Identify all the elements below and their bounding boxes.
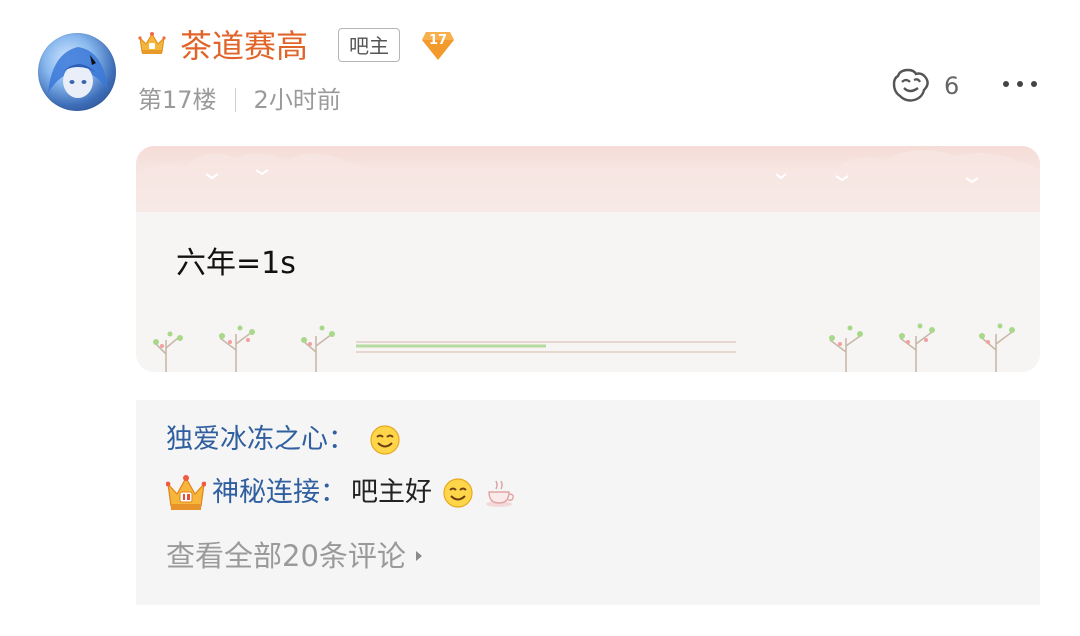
level-badge: 17	[420, 28, 456, 62]
avatar[interactable]	[38, 33, 116, 111]
view-all-label: 查看全部20条评论	[166, 539, 406, 573]
post-time: 2小时前	[253, 86, 341, 114]
more-icon[interactable]	[1002, 80, 1038, 88]
post-meta: 第17楼 2小时前	[138, 84, 341, 116]
like-count: 6	[944, 72, 960, 100]
cloud-decoration	[136, 146, 1040, 212]
comment-author[interactable]: 独爱冰冻之心	[166, 422, 328, 458]
level-number: 17	[428, 33, 448, 48]
floor-number: 第17楼	[138, 86, 217, 114]
role-badge: 吧主	[338, 28, 400, 62]
tree-decoration	[153, 323, 1015, 372]
comment-text: 吧主好	[351, 477, 432, 508]
crown-icon	[138, 32, 166, 54]
smile-emoji-icon	[370, 425, 400, 455]
username[interactable]: 茶道赛高	[180, 26, 308, 66]
comment-section: 独爱冰冻之心 ： 神秘连接 ： 吧主好 查看全部20条评论	[136, 400, 1040, 605]
coffee-emoji-icon	[486, 480, 514, 507]
comment-item[interactable]: 独爱冰冻之心 ：	[166, 422, 401, 458]
crown-icon	[166, 475, 206, 510]
comment-item[interactable]: 神秘连接 ： 吧主好	[166, 474, 516, 512]
post-content: 六年=1s	[176, 246, 296, 281]
meta-divider	[234, 88, 236, 112]
like-icon[interactable]	[888, 66, 934, 106]
comment-colon: ：	[320, 477, 347, 508]
chevron-right-icon	[415, 551, 422, 561]
comment-author[interactable]: 神秘连接	[212, 475, 320, 511]
comment-colon: ：	[328, 424, 355, 455]
view-all-comments-link[interactable]: 查看全部20条评论	[166, 536, 424, 576]
smile-emoji-icon	[443, 478, 473, 508]
